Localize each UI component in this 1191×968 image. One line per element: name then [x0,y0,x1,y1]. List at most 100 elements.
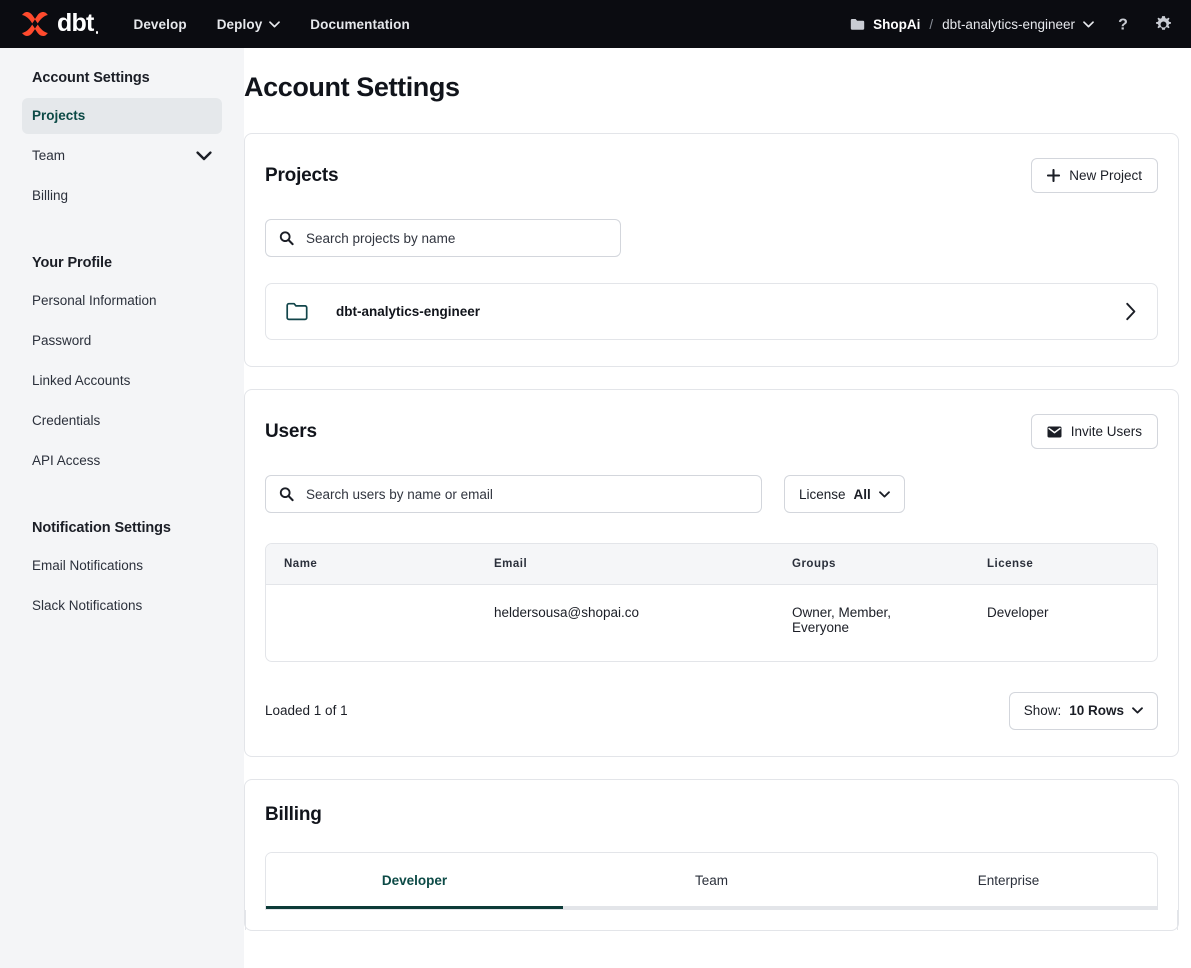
main-content: Account Settings Projects New Project Se… [244,48,1191,968]
license-filter-value: All [853,486,871,502]
sidebar-item-slack-notifications[interactable]: Slack Notifications [22,588,222,624]
question-mark-icon: ? [1118,17,1128,34]
rows-per-page-dropdown[interactable]: Show: 10 Rows [1008,691,1158,730]
svg-text:?: ? [1118,17,1128,34]
tab-developer[interactable]: Developer [266,852,563,909]
sidebar-item-personal-information[interactable]: Personal Information [22,283,222,319]
users-card-title: Users [265,420,317,442]
sidebar-item-api-access[interactable]: API Access [22,443,222,479]
sidebar-item-email-notifications-label: Email Notifications [32,557,144,573]
dbt-logo[interactable]: dbt [20,8,100,38]
sidebar-item-billing[interactable]: Billing [22,178,222,214]
sidebar-group-title-account-settings: Account Settings [32,70,150,86]
project-row-name: dbt-analytics-engineer [336,304,481,319]
projects-card: Projects New Project Search projects by … [244,133,1179,367]
primary-nav: Develop Deploy Documentation [133,17,409,32]
cell-groups: Owner, Member, Everyone [792,605,892,635]
billing-plan-tabs: Developer Team Enterprise [265,851,1158,910]
project-search-input[interactable] [265,219,621,257]
invite-users-button[interactable]: Invite Users [1030,414,1158,449]
nav-item-documentation[interactable]: Documentation [310,17,410,32]
users-table-body: heldersousa@shopai.co Owner, Member, Eve… [266,585,1157,661]
top-navigation-bar: dbt Develop Deploy Documentation ShopAi … [0,0,1191,48]
tab-developer-label: Developer [381,872,448,888]
projects-card-title: Projects [265,164,339,186]
current-project-name: dbt-analytics-engineer [942,16,1075,32]
users-table-header-row: Name Email Groups License [266,544,1157,585]
settings-sidebar: Account Settings Projects Team Billing Y… [0,48,244,968]
projects-card-header: Projects New Project [265,158,1158,193]
sidebar-item-linked-accounts-label: Linked Accounts [32,372,131,388]
plus-icon [1047,169,1061,182]
invite-users-button-label: Invite Users [1070,424,1142,439]
chevron-down-icon [196,151,212,161]
users-table: Name Email Groups License heldersousa@sh… [265,543,1158,662]
sidebar-item-billing-label: Billing [32,188,69,204]
column-header-license: License [969,544,1157,585]
billing-card-title: Billing [265,803,322,825]
gear-icon [1155,15,1172,30]
column-header-email: Email [476,544,774,585]
chevron-down-icon [1132,707,1143,714]
new-project-button-label: New Project [1069,168,1142,183]
project-row-dbt-analytics-engineer[interactable]: dbt-analytics-engineer [265,283,1158,340]
chevron-right-icon [1125,302,1137,321]
nav-item-documentation-label: Documentation [310,16,410,32]
folder-outline-icon [286,302,308,321]
tab-team[interactable]: Team [563,852,860,909]
users-filter-bar: License All [265,475,1158,513]
chevron-down-icon [878,490,890,497]
rows-per-page-value: 10 Rows [1069,703,1124,718]
new-project-button[interactable]: New Project [1031,158,1158,193]
account-project-switcher[interactable]: ShopAi / dbt-analytics-engineer [850,17,1094,32]
tab-enterprise-label: Enterprise [977,872,1040,888]
users-card-header: Users Invite Users [265,414,1158,449]
billing-tab-panel [245,909,1178,930]
loaded-count-text: Loaded 1 of 1 [265,703,348,718]
users-card: Users Invite Users Search users by name … [244,389,1179,757]
nav-item-deploy[interactable]: Deploy [217,17,281,32]
tab-team-label: Team [694,872,728,888]
user-search-input[interactable] [265,475,762,513]
sidebar-item-api-access-label: API Access [32,453,101,469]
table-row[interactable]: heldersousa@shopai.co Owner, Member, Eve… [266,585,1157,661]
chevron-down-icon [1083,20,1094,27]
sidebar-item-email-notifications[interactable]: Email Notifications [22,548,222,584]
dbt-logo-icon [21,11,48,37]
breadcrumb-separator: / [929,16,934,32]
sidebar-item-password-label: Password [32,332,92,348]
sidebar-item-password[interactable]: Password [22,323,222,359]
nav-item-deploy-label: Deploy [216,16,263,32]
column-header-groups: Groups [774,544,969,585]
column-header-name: Name [266,544,476,585]
cell-email: heldersousa@shopai.co [494,605,640,620]
sidebar-item-personal-information-label: Personal Information [32,292,157,308]
sidebar-item-projects-label: Projects [32,108,86,123]
sidebar-item-team[interactable]: Team [22,138,222,174]
cell-name [266,585,476,661]
license-filter-dropdown[interactable]: License All [784,475,905,513]
dbt-logo-text: dbt [57,8,100,37]
billing-card: Billing Developer Team Enterprise [244,778,1179,931]
user-search-box [265,475,762,513]
page-title: Account Settings [244,72,460,102]
sidebar-item-linked-accounts[interactable]: Linked Accounts [22,363,222,399]
sidebar-item-credentials[interactable]: Credentials [22,403,222,439]
license-filter-label: License [799,486,846,502]
chevron-down-icon [269,20,281,27]
sidebar-item-team-label: Team [32,148,66,164]
settings-button[interactable] [1152,13,1175,36]
nav-item-develop[interactable]: Develop [133,17,186,32]
sidebar-item-projects[interactable]: Projects [22,98,222,135]
sidebar-item-slack-notifications-label: Slack Notifications [32,597,143,613]
folder-filled-icon [850,18,865,30]
help-button[interactable]: ? [1112,13,1134,35]
page-body: Account Settings Projects Team Billing Y… [0,48,1191,968]
rows-per-page-label: Show: [1023,703,1062,718]
sidebar-item-credentials-label: Credentials [32,413,101,429]
sidebar-group-title-notification-settings: Notification Settings [32,519,171,536]
users-table-head: Name Email Groups License [266,544,1157,585]
topbar-right-group: ShopAi / dbt-analytics-engineer ? [850,13,1175,36]
tab-enterprise[interactable]: Enterprise [860,852,1157,909]
cell-license: Developer [987,605,1049,620]
